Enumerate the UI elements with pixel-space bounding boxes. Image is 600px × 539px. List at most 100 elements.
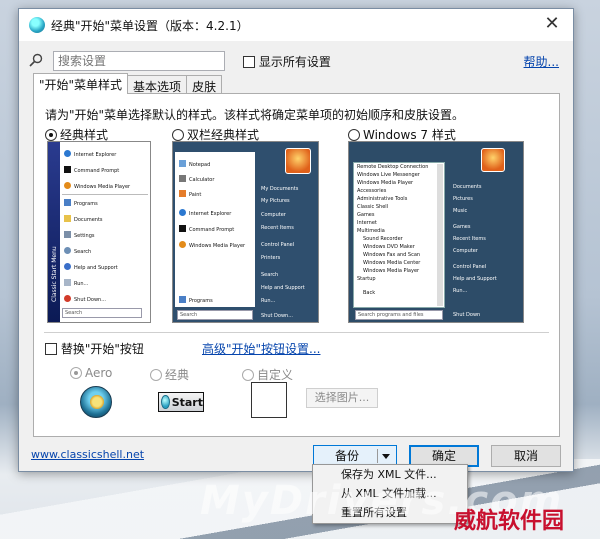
two-columns-style-preview[interactable]: Notepad Calculator Paint Internet Explor… <box>172 141 319 323</box>
show-all-settings[interactable]: 显示所有设置 <box>243 53 331 70</box>
win7-left-item: Sound Recorder <box>363 236 403 242</box>
classic-item: Programs <box>74 201 98 207</box>
classic-style-preview[interactable]: Classic Start Menu Internet Explorer Com… <box>47 141 151 323</box>
help-link[interactable]: 帮助... <box>524 53 559 70</box>
chevron-down-icon[interactable] <box>382 454 390 459</box>
radio-classic[interactable] <box>45 129 57 141</box>
radio-two-columns[interactable] <box>172 129 184 141</box>
search-icon <box>29 53 43 67</box>
button-option-label: 自定义 <box>257 368 294 382</box>
search-row: 显示所有设置 帮助... <box>29 51 559 71</box>
style-label-two-columns: 双栏经典样式 <box>187 128 260 142</box>
close-button[interactable]: ✕ <box>535 11 569 37</box>
classic-item: Windows Media Player <box>74 184 131 190</box>
media-player-icon <box>64 182 71 189</box>
website-link[interactable]: www.classicshell.net <box>31 448 144 461</box>
notepad-icon <box>179 160 186 167</box>
classic-item: Settings <box>74 233 95 239</box>
button-option-classic[interactable]: 经典 <box>150 366 189 383</box>
twocol-left-item: Paint <box>189 192 202 198</box>
win7-left-item: Windows DVD Maker <box>363 244 415 250</box>
twocol-right-item: Computer <box>261 212 286 218</box>
search-icon <box>64 247 71 254</box>
replace-start-button[interactable]: 替换"开始"按钮 <box>45 340 144 357</box>
twocol-right-item: Control Panel <box>261 242 295 248</box>
twocol-right-item: My Pictures <box>261 198 290 204</box>
style-description: 请为"开始"菜单选择默认的样式。该样式将确定菜单项的初始顺序和皮肤设置。 <box>45 108 465 122</box>
twocol-right-item: Shut Down... <box>261 313 293 319</box>
classic-start-button-preview: Start <box>158 392 204 412</box>
win7-right-item: Control Panel <box>453 264 487 270</box>
win7-search-box: Search programs and files <box>355 310 443 320</box>
advanced-start-button-link[interactable]: 高级"开始"按钮设置... <box>202 340 320 357</box>
cancel-button[interactable]: 取消 <box>491 445 561 467</box>
win7-left-item: Multimedia <box>357 228 385 234</box>
radio-aero[interactable] <box>70 367 82 379</box>
title-bar: 经典"开始"菜单设置（版本：4.2.1） ✕ <box>19 9 573 41</box>
win7-right-item: Help and Support <box>453 276 497 282</box>
tab-skin[interactable]: 皮肤 <box>186 75 223 94</box>
twocol-left-item: Internet Explorer <box>189 211 232 217</box>
aero-start-orb-icon <box>80 386 112 418</box>
twocol-right-item: My Documents <box>261 186 299 192</box>
twocol-left-item: Programs <box>189 298 213 304</box>
radio-windows7[interactable] <box>348 129 360 141</box>
win7-left-item: Games <box>357 212 375 218</box>
classic-item: Command Prompt <box>74 168 120 174</box>
classic-shell-icon <box>29 17 45 33</box>
radio-custom[interactable] <box>242 369 254 381</box>
classic-item: Internet Explorer <box>74 152 117 158</box>
button-option-label: 经典 <box>165 368 190 382</box>
cmd-icon <box>64 166 71 173</box>
help-icon <box>64 263 71 270</box>
show-all-checkbox[interactable] <box>243 56 255 68</box>
start-button-text: Start <box>171 395 203 409</box>
win7-right-item: Documents <box>453 184 482 190</box>
user-picture-flower <box>285 148 311 174</box>
paint-icon <box>179 190 186 197</box>
win7-left-item: Back <box>363 290 376 296</box>
search-input[interactable] <box>53 51 225 71</box>
classic-item: Help and Support <box>74 265 118 271</box>
programs-icon <box>179 296 186 303</box>
win7-left-item: Windows Media Center <box>363 260 421 266</box>
button-option-custom[interactable]: 自定义 <box>242 366 293 383</box>
twocol-right-item: Printers <box>261 255 281 261</box>
windows7-style-preview[interactable]: Remote Desktop Connection Windows Live M… <box>348 141 524 323</box>
replace-start-label: 替换"开始"按钮 <box>60 342 144 356</box>
twocol-search-box: Search <box>177 310 253 320</box>
settings-window: 经典"开始"菜单设置（版本：4.2.1） ✕ 显示所有设置 帮助... "开始"… <box>18 8 574 472</box>
ie-icon <box>64 150 71 157</box>
pick-image-button[interactable]: 选择图片... <box>306 388 378 408</box>
twocol-right-item: Help and Support <box>261 285 305 291</box>
start-orb-icon <box>161 395 170 409</box>
style-label-classic: 经典样式 <box>60 128 109 142</box>
classic-item: Run... <box>74 281 89 287</box>
win7-left-item: Remote Desktop Connection <box>357 164 429 170</box>
win7-right-item: Run... <box>453 288 468 294</box>
win7-left-item: Windows Media Player <box>363 268 420 274</box>
media-player-icon <box>179 241 186 248</box>
backup-split-divider <box>377 449 378 463</box>
win7-left-item: Startup <box>357 276 376 282</box>
win7-left-item: Administrative Tools <box>357 196 408 202</box>
radio-classic-button[interactable] <box>150 369 162 381</box>
replace-start-checkbox[interactable] <box>45 343 57 355</box>
documents-icon <box>64 215 71 222</box>
run-icon <box>64 279 71 286</box>
win7-right-item: Computer <box>453 248 478 254</box>
classic-item: Search <box>74 249 92 255</box>
tab-start-menu-style[interactable]: "开始"菜单样式 <box>33 73 129 94</box>
separator <box>44 332 549 333</box>
button-option-aero[interactable]: Aero <box>70 366 112 380</box>
win7-left-item: Accessories <box>357 188 387 194</box>
twocol-left-item: Windows Media Player <box>189 243 246 249</box>
button-option-label: Aero <box>85 366 113 380</box>
win7-right-item: Shut Down <box>453 312 481 318</box>
settings-icon <box>64 231 71 238</box>
backup-label: 备份 <box>334 449 359 463</box>
tab-basic-options[interactable]: 基本选项 <box>127 75 188 94</box>
twocol-right-item: Recent Items <box>261 225 294 231</box>
cmd-icon <box>179 225 186 232</box>
twocol-right-item: Run... <box>261 298 276 304</box>
